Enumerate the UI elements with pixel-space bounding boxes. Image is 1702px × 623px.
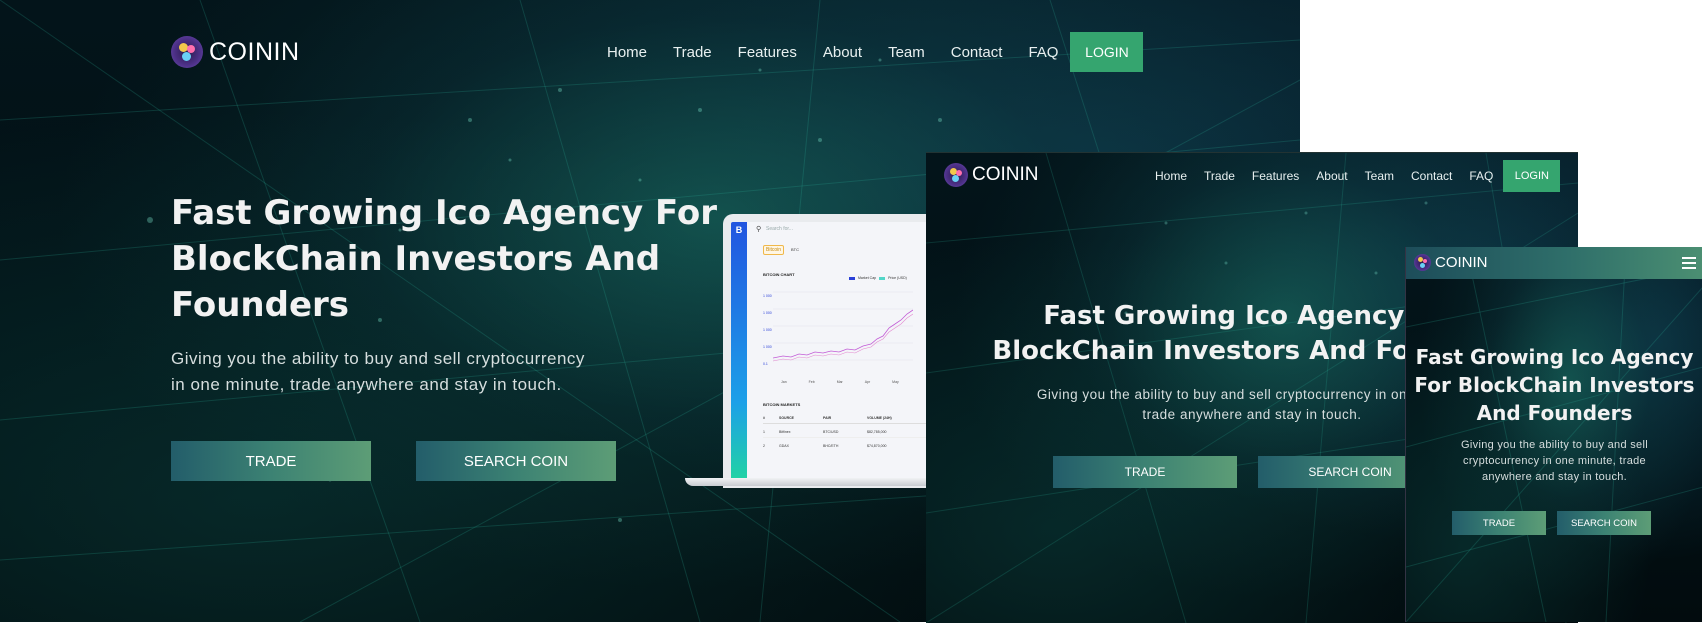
dashboard-sidebar: B: [731, 222, 747, 480]
hero-title-line: And Founders: [1476, 401, 1633, 425]
brand-name: COININ: [209, 37, 300, 66]
nav-trade[interactable]: Trade: [673, 44, 712, 61]
menu-icon[interactable]: [1682, 257, 1696, 272]
x-tick: Jan: [781, 380, 787, 384]
nav-team[interactable]: Team: [1365, 169, 1394, 183]
nav-features[interactable]: Features: [738, 44, 797, 61]
nav-features[interactable]: Features: [1252, 169, 1299, 183]
x-tick: Mar: [836, 380, 843, 384]
y-tick: 0.1: [763, 362, 768, 366]
hero-subtitle-line: anywhere and stay in touch.: [1481, 471, 1628, 483]
nav-contact[interactable]: Contact: [1411, 169, 1452, 183]
y-tick: 1 000: [763, 311, 772, 315]
nav-home[interactable]: Home: [1155, 169, 1187, 183]
chart-legend: Market Cap Price (USD): [849, 276, 907, 280]
cell: 2: [763, 444, 765, 448]
th-index: #: [763, 416, 765, 420]
cell: 1: [763, 430, 765, 434]
price-line: [773, 309, 913, 359]
hero-title-line: For BlockChain Investors: [1414, 373, 1695, 397]
nav-trade[interactable]: Trade: [1204, 169, 1235, 183]
legend-swatch: [879, 276, 886, 280]
x-tick: Feb: [808, 380, 815, 384]
main-nav: Home Trade Features About Team Contact F…: [607, 32, 1144, 72]
hero-title: Fast Growing Ico Agency For BlockChain I…: [1406, 343, 1702, 427]
bitcoin-line-chart: [773, 291, 913, 362]
nav-about[interactable]: About: [823, 44, 862, 61]
brand-logo[interactable]: COININ: [1414, 254, 1488, 271]
hero-subtitle: Giving you the ability to buy and sell c…: [1406, 437, 1702, 485]
brand-logo[interactable]: COININ: [171, 36, 300, 68]
coin-logo-icon: [944, 163, 968, 187]
y-tick: 1 000: [763, 345, 772, 349]
hero-subtitle-line: Giving you the ability to buy and sell: [1461, 439, 1648, 451]
brand-logo[interactable]: COININ: [944, 163, 1039, 187]
cell: GDAX: [779, 444, 789, 448]
legend-swatch: [849, 276, 855, 280]
coin-tag: BTC: [791, 247, 799, 252]
hero-title-line: Founders: [171, 285, 350, 325]
hero-title-line: Fast Growing Ico Agency For: [171, 193, 718, 233]
hero-subtitle-line: in one minute, trade anywhere and stay i…: [171, 375, 562, 394]
hero-subtitle: Giving you the ability to buy and sell c…: [171, 346, 585, 398]
nav-about[interactable]: About: [1316, 169, 1347, 183]
nav-faq[interactable]: FAQ: [1028, 44, 1058, 61]
legend-market-cap: Market Cap: [858, 276, 877, 280]
trade-button[interactable]: TRADE: [1053, 456, 1237, 488]
network-background: [1406, 247, 1702, 622]
hero-subtitle-line: Giving you the ability to buy and sell c…: [171, 349, 585, 368]
hero-title-line: BlockChain Investors And: [171, 239, 661, 279]
nav-faq[interactable]: FAQ: [1469, 169, 1493, 183]
main-nav: Home Trade Features About Team Contact F…: [1155, 160, 1561, 192]
cell: BTC/USD: [823, 430, 839, 434]
y-tick: 1 000: [763, 328, 772, 332]
hero-title-line: Fast Growing Ico Agency: [1415, 345, 1694, 369]
brand-name: COININ: [1435, 254, 1488, 271]
th-pair: PAIR: [823, 416, 832, 420]
chart-y-ticks: 1 000 1 000 1 000 1 000 0.1: [763, 288, 772, 373]
coin-logo-icon: [1414, 254, 1431, 271]
nav-team[interactable]: Team: [888, 44, 925, 61]
hero-subtitle-line: cryptocurrency in one minute, trade: [1463, 455, 1646, 467]
cell: $74,870,000: [867, 444, 887, 448]
cell: BHC/ETH: [823, 444, 839, 448]
th-source: SOURCE: [779, 416, 794, 420]
nav-home[interactable]: Home: [607, 44, 647, 61]
coin-badge-label: Bitcoin: [766, 247, 782, 253]
search-coin-button[interactable]: SEARCH COIN: [1557, 511, 1651, 535]
cell: Bitfinex: [779, 430, 791, 434]
b-logo-icon: B: [735, 225, 743, 235]
hero-title: Fast Growing Ico Agency For BlockChain I…: [171, 190, 717, 328]
cell: $82,785,000: [867, 430, 887, 434]
trade-button[interactable]: TRADE: [1452, 511, 1546, 535]
laptop-base: [685, 478, 945, 486]
chart-x-ticks: Jan Feb Mar Apr May: [781, 380, 899, 384]
coin-badge: Bitcoin: [763, 245, 785, 255]
markets-title: BITCOIN MARKETS: [763, 402, 801, 407]
x-tick: May: [892, 380, 899, 384]
brand-name: COININ: [972, 164, 1039, 185]
x-tick: Apr: [864, 380, 871, 384]
login-button[interactable]: LOGIN: [1070, 32, 1144, 72]
price-line-2: [773, 313, 913, 362]
trade-button[interactable]: TRADE: [171, 441, 371, 481]
coin-logo-icon: [171, 36, 203, 68]
mobile-preview: COININ Fast Growing Ico Agency For Block…: [1405, 247, 1702, 622]
y-tick: 1 000: [763, 294, 772, 298]
nav-contact[interactable]: Contact: [951, 44, 1003, 61]
th-volume: VOLUME (24H): [867, 416, 892, 420]
search-icon: ⚲: [756, 226, 762, 233]
legend-price: Price (USD): [888, 276, 907, 280]
search-coin-button[interactable]: SEARCH COIN: [416, 441, 616, 481]
login-button[interactable]: LOGIN: [1503, 160, 1561, 192]
chart-title: BITCOIN CHART: [763, 272, 795, 277]
laptop-mockup: B ⚲ Search for... Bitcoin BTC BITCOIN CH…: [685, 214, 991, 494]
dashboard-search[interactable]: Search for...: [766, 226, 793, 232]
